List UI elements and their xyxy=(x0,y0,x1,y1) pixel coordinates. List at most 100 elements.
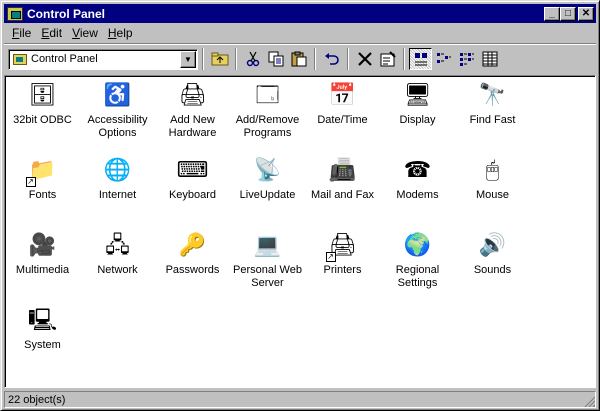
item-label: Modems xyxy=(396,189,439,201)
control-panel-item[interactable]: 📁 ↗ Fonts xyxy=(5,151,80,226)
menu-bar: File Edit View Help xyxy=(4,24,596,42)
properties-button[interactable] xyxy=(376,48,399,70)
icon-glyph: 🖨 xyxy=(178,82,207,107)
status-bar: 22 object(s) xyxy=(4,391,596,408)
binoculars-icon: 🔭 xyxy=(476,78,510,112)
maximize-button[interactable]: □ xyxy=(560,6,576,21)
menu-help[interactable]: Help xyxy=(103,26,138,40)
icon-glyph: 📠 xyxy=(328,157,357,182)
status-text: 22 object(s) xyxy=(4,391,596,408)
toolbar-separator xyxy=(403,48,405,70)
computer-icon: 🖳 xyxy=(26,303,60,337)
minimize-button[interactable]: _ xyxy=(544,6,560,21)
details-view-button[interactable] xyxy=(478,48,501,70)
item-label: Mail and Fax xyxy=(311,189,374,201)
control-panel-item[interactable]: 🔭 Find Fast xyxy=(455,76,530,151)
menu-view[interactable]: View xyxy=(67,26,103,40)
item-label: Keyboard xyxy=(168,189,217,201)
control-panel-item[interactable]: 📠 Mail and Fax xyxy=(305,151,380,226)
address-dropdown-button[interactable]: ▼ xyxy=(180,50,196,68)
close-icon: ✕ xyxy=(581,7,591,19)
calendar-clock-icon: 📅 xyxy=(326,78,360,112)
item-label: Passwords xyxy=(165,264,220,276)
item-label: LiveUpdate xyxy=(239,189,296,201)
small-icons-view-button[interactable] xyxy=(432,48,455,70)
control-panel-item[interactable]: 🗄 32bit ODBC xyxy=(5,76,80,151)
icon-view[interactable]: 🗄 32bit ODBC ♿ Accessibility Options 🖨 Add Ne… xyxy=(4,75,596,388)
icon-glyph: 🗔 xyxy=(255,82,280,107)
large-icons-view-button[interactable] xyxy=(409,48,432,70)
maximize-icon: □ xyxy=(564,7,572,19)
item-label: Accessibility Options xyxy=(87,114,148,139)
control-panel-item[interactable]: 🗔 Add/Remove Programs xyxy=(230,76,305,151)
large-icons-icon xyxy=(414,53,427,66)
control-panel-icon[interactable] xyxy=(7,6,23,21)
control-panel-item[interactable]: 🖳 System xyxy=(5,301,80,376)
close-button[interactable]: ✕ xyxy=(578,6,594,21)
title-bar[interactable]: Control Panel _ □ ✕ xyxy=(4,4,596,23)
control-panel-item[interactable]: 📡 LiveUpdate xyxy=(230,151,305,226)
item-label: Add New Hardware xyxy=(168,114,217,139)
control-panel-item[interactable]: 🖨 Add New Hardware xyxy=(155,76,230,151)
icon-glyph: 🌐 xyxy=(103,157,132,182)
chevron-down-icon: ▼ xyxy=(184,54,192,64)
item-label: Display xyxy=(399,114,436,126)
icon-glyph: ☎ xyxy=(403,157,432,182)
resize-grip[interactable] xyxy=(583,395,595,407)
item-label: Personal Web Server xyxy=(233,264,302,289)
paste-button[interactable] xyxy=(287,48,310,70)
item-label: Sounds xyxy=(473,264,512,276)
icon-glyph: 🖳 xyxy=(27,307,58,332)
small-icons-icon xyxy=(436,53,451,63)
globe-icon: 🌐 xyxy=(101,153,135,187)
hardware-icon: 🖨 xyxy=(176,78,210,112)
globe-regional-icon: 🌍 xyxy=(401,228,435,262)
multimedia-icon: 🎥 xyxy=(26,228,60,262)
control-panel-item[interactable]: 📅 Date/Time xyxy=(305,76,380,151)
undo-icon xyxy=(324,53,339,65)
item-label: Regional Settings xyxy=(395,264,440,289)
control-panel-item[interactable]: ☎ Modems xyxy=(380,151,455,226)
control-panel-item[interactable]: ♿ Accessibility Options xyxy=(80,76,155,151)
icon-glyph: ♿ xyxy=(103,82,132,107)
delete-x-icon xyxy=(357,52,372,66)
paste-icon xyxy=(291,51,306,67)
icon-glyph: 🗄 xyxy=(28,82,57,107)
item-label: 32bit ODBC xyxy=(13,114,72,126)
control-panel-item[interactable]: 🖥 Display xyxy=(380,76,455,151)
control-panel-item[interactable]: 🎥 Multimedia xyxy=(5,226,80,301)
control-panel-small-icon xyxy=(13,53,27,65)
cut-button[interactable] xyxy=(241,48,264,70)
control-panel-item[interactable]: 🖱 Mouse xyxy=(455,151,530,226)
up-one-level-button[interactable] xyxy=(208,48,231,70)
control-panel-item[interactable]: 🔑 Passwords xyxy=(155,226,230,301)
shortcut-arrow-icon: ↗ xyxy=(325,252,336,262)
control-panel-item[interactable]: 🔊 Sounds xyxy=(455,226,530,301)
menu-edit[interactable]: Edit xyxy=(36,26,67,40)
window-title: Control Panel xyxy=(27,6,106,21)
delete-button[interactable] xyxy=(353,48,376,70)
menu-file[interactable]: File xyxy=(7,26,36,40)
folder-up-icon xyxy=(211,52,228,66)
control-panel-item[interactable]: 💻 Personal Web Server xyxy=(230,226,305,301)
shortcut-arrow-icon: ↗ xyxy=(25,177,36,187)
control-panel-item[interactable]: 🖨 ↗ Printers xyxy=(305,226,380,301)
control-panel-item[interactable]: 🖧 Network xyxy=(80,226,155,301)
address-combo[interactable]: Control Panel ▼ xyxy=(8,48,198,70)
undo-button[interactable] xyxy=(320,48,343,70)
programs-icon: 🗔 xyxy=(251,78,285,112)
toolbar-separator xyxy=(347,48,349,70)
icon-glyph: 🔭 xyxy=(478,82,507,107)
control-panel-item[interactable]: ⌨ Keyboard xyxy=(155,151,230,226)
control-panel-item[interactable]: 🌐 Internet xyxy=(80,151,155,226)
copy-button[interactable] xyxy=(264,48,287,70)
properties-icon xyxy=(380,51,396,67)
copy-icon xyxy=(268,51,283,67)
control-panel-item[interactable]: 🌍 Regional Settings xyxy=(380,226,455,301)
item-label: Printers xyxy=(323,264,362,276)
list-view-button[interactable] xyxy=(455,48,478,70)
toolbar-separator xyxy=(202,48,204,70)
keyboard-icon: ⌨ xyxy=(176,153,210,187)
item-label: Add/Remove Programs xyxy=(235,114,300,139)
keys-icon: 🔑 xyxy=(176,228,210,262)
